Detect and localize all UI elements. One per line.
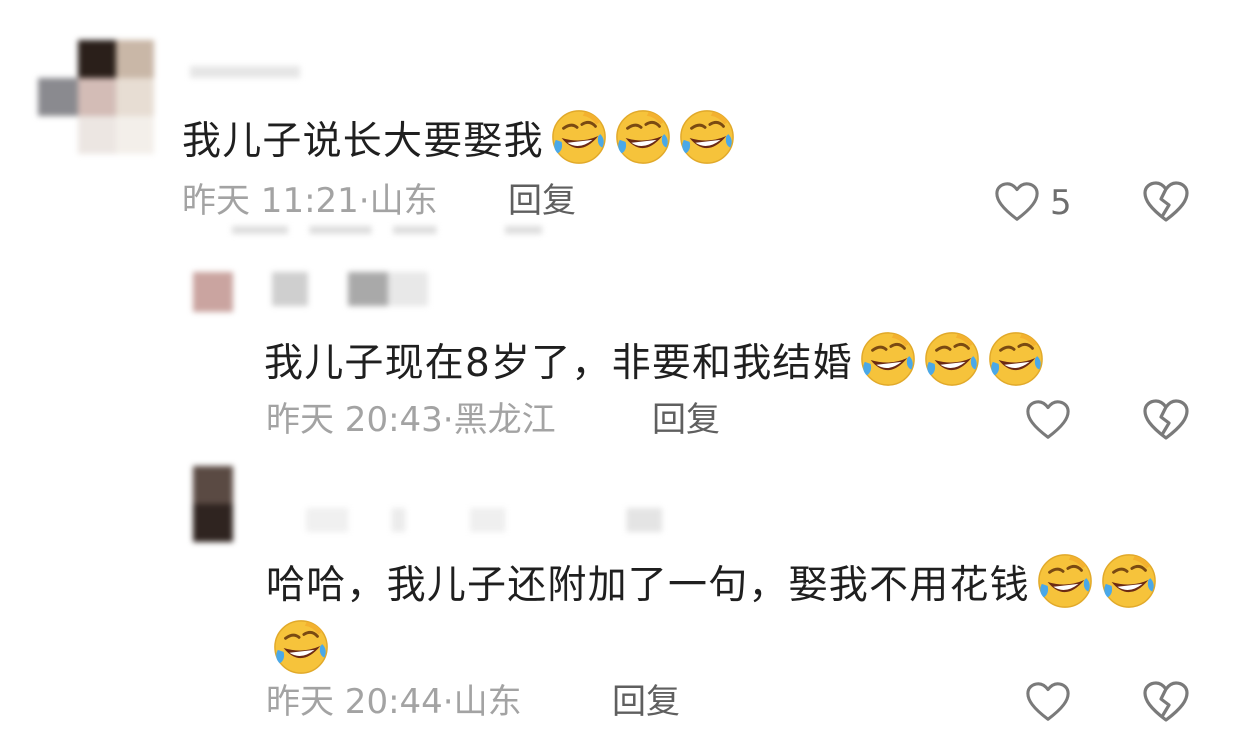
separator: ·	[358, 181, 370, 221]
avatar[interactable]	[38, 40, 156, 156]
like-count: 5	[1050, 183, 1072, 223]
dislike-button[interactable]	[1142, 398, 1190, 442]
comment-meta: 昨天 11:21·山东	[182, 181, 438, 221]
rofl-emoji	[678, 108, 736, 166]
rofl-emoji	[987, 330, 1045, 388]
username[interactable]	[306, 508, 662, 532]
comment-meta: 昨天 20:44·山东	[266, 682, 522, 722]
comment-text: 哈哈，我儿子还附加了一句，娶我不用花钱	[266, 563, 1030, 608]
broken-heart-icon	[1142, 680, 1190, 724]
reply-button[interactable]: 回复	[612, 682, 680, 722]
avatar[interactable]	[193, 466, 233, 542]
like-button[interactable]	[1025, 680, 1071, 724]
reply-button[interactable]: 回复	[508, 181, 576, 221]
rofl-emoji	[859, 330, 917, 388]
comment-text-container: 哈哈，我儿子还附加了一句，娶我不用花钱	[266, 552, 1206, 684]
comment-text: 我儿子说长大要娶我	[182, 119, 544, 164]
comment-location: 山东	[453, 682, 522, 722]
avatar[interactable]	[193, 272, 233, 312]
comment-meta: 昨天 20:43·黑龙江	[266, 400, 556, 440]
rofl-emoji	[614, 108, 672, 166]
separator: ·	[442, 400, 454, 440]
broken-heart-icon	[1142, 398, 1190, 442]
comment-time: 昨天 20:43	[266, 400, 443, 440]
rofl-emoji	[272, 618, 330, 676]
rofl-emoji	[1036, 552, 1094, 610]
separator: ·	[442, 682, 454, 722]
blurred-strip	[232, 226, 542, 234]
comment-2: 我儿子现在8岁了，非要和我结婚 昨天 20:43·黑龙江 回复	[0, 250, 1242, 460]
heart-outline-icon	[1025, 680, 1071, 724]
comment-time: 昨天 11:21	[182, 181, 359, 221]
comment-location: 山东	[369, 181, 438, 221]
heart-outline-icon	[994, 180, 1040, 224]
like-button[interactable]	[994, 180, 1040, 224]
comment-text-container: 我儿子现在8岁了，非要和我结婚	[264, 330, 1045, 388]
like-button[interactable]	[1025, 398, 1071, 442]
comment-text: 我儿子现在8岁了，非要和我结婚	[264, 341, 853, 386]
comment-location: 黑龙江	[453, 400, 556, 440]
heart-outline-icon	[1025, 398, 1071, 442]
dislike-button[interactable]	[1142, 680, 1190, 724]
dislike-button[interactable]	[1142, 180, 1190, 224]
rofl-emoji	[1100, 552, 1158, 610]
username[interactable]	[272, 272, 428, 306]
username[interactable]	[190, 66, 300, 78]
reply-button[interactable]: 回复	[652, 400, 720, 440]
comment-time: 昨天 20:44	[266, 682, 443, 722]
comment-3: 哈哈，我儿子还附加了一句，娶我不用花钱 昨天 20:44·山东 回复	[0, 460, 1242, 754]
comment-text-container: 我儿子说长大要娶我	[182, 108, 736, 166]
rofl-emoji	[550, 108, 608, 166]
comment-1: 我儿子说长大要娶我 昨天 11:21·山东 回复 5	[0, 0, 1242, 250]
rofl-emoji	[923, 330, 981, 388]
broken-heart-icon	[1142, 180, 1190, 224]
